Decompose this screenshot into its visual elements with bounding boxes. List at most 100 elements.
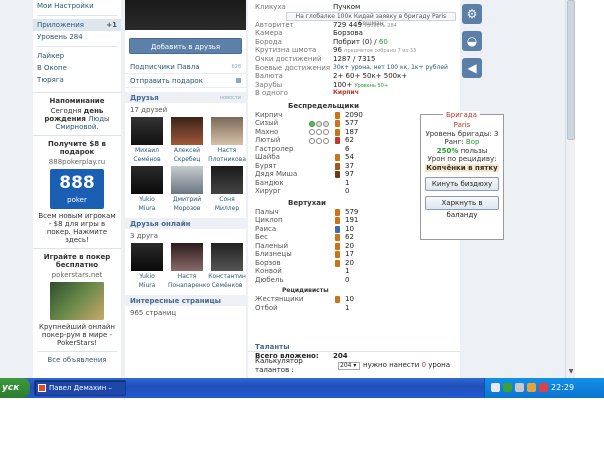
megaphone-icon[interactable]: ◀ [462,58,482,78]
gear-icon[interactable]: ⚙ [462,4,482,24]
taskbar-window-button[interactable]: Павел Демахин – Яа... [34,380,126,396]
add-friend-button[interactable]: Добавить в друзья [129,38,242,54]
ad-888poker[interactable]: Получите $8 в подарок 888pokerplay.ru 88… [33,135,121,248]
profile-photo[interactable] [125,0,246,30]
profile-value: Борзова [333,29,363,38]
nav-applications-label: Приложения [37,21,84,29]
talents-invested-value: 204 [333,352,348,360]
stat-row: Конвой 1 [248,267,460,276]
medal-icon [335,217,340,225]
profile-label: Борода [255,37,282,46]
profile-label: В одного [255,89,288,98]
nav-applications[interactable]: Приложения +1 [33,19,121,31]
tray-volume-icon[interactable] [515,383,524,392]
medal-icon [335,162,340,170]
chat-icon[interactable]: ◒ [462,31,482,51]
medal-slot [335,136,345,145]
start-button[interactable]: уск [0,378,30,398]
ad-text: Крупнейший онлайн покер-рум в мире - Pok… [38,323,116,347]
friend-card[interactable]: Константин Семёнков [208,243,246,289]
friends-more[interactable]: новости [220,95,241,101]
stat-label: Циклоп [255,216,283,225]
progress-circles [309,242,335,251]
birthday-reminder: Напоминание Сегодня день рождения Люды С… [33,92,121,135]
stat-label: Жестянщики [255,295,304,304]
progress-circles [309,259,335,268]
friend-first-name: Михаил [134,147,160,154]
medal-slot [335,128,345,137]
friend-card[interactable]: Михаил Семёнов [128,117,166,163]
stat-value: 579 [345,207,359,216]
talents-select[interactable]: 204 ▾ [338,361,360,370]
friend-last-name: Скребец [173,156,201,163]
stat-value: 10 [345,295,354,304]
ad-title: Играйте в покер бесплатно [43,253,111,269]
nav-my-settings[interactable]: Мои Настройки [33,0,121,12]
medal-slot [335,179,345,188]
tray-language-icon[interactable] [527,383,536,392]
nav-applications-count: +1 [106,21,117,29]
medal-icon [335,120,340,128]
stat-label: Сизый [255,119,279,128]
profile-center-column: Добавить в друзья Подписчики Павла 628 О… [125,0,246,378]
nav-level[interactable]: Уровень 284 [33,31,121,43]
friend-card[interactable]: Дмитрий Морозов [168,166,206,212]
system-tray: 22:29 [484,378,604,398]
friend-first-name: Настя [177,273,197,280]
medal-slot [335,233,345,242]
tray-app-icon[interactable] [491,383,500,392]
stat-value: 20 [345,241,354,250]
friend-card[interactable]: Yukio Miura [128,166,166,212]
send-gift-link[interactable]: Отправить подарок [125,74,246,88]
friend-card[interactable]: Соня Миллер [208,166,246,212]
kick-biz-button[interactable]: Кинуть биздюху [425,177,499,191]
friend-card[interactable]: Yukio Miura [128,243,166,289]
profile-row: Кликуха Пучком [248,3,460,12]
medal-slot [335,162,345,171]
profile-row: В одного Кирпич [248,89,460,98]
taskbar-clock: 22:29 [551,383,575,392]
profile-value-extra: 60 [378,37,388,46]
progress-circles [309,153,335,162]
nav-app-v-okope[interactable]: В Окопе [33,62,121,74]
tray-antivirus-icon[interactable] [539,383,548,392]
profile-row: Очки достижений 1287 / 7315 [248,55,460,64]
profile-value: Побрит (0) / 60 [333,37,388,46]
friend-card[interactable]: Настя Плотникова [208,117,246,163]
all-ads-link[interactable]: Все объявления [37,351,117,364]
interesting-pages-header[interactable]: Интересные страницы [125,295,246,306]
medal-slot [335,208,345,217]
stat-label: Шайба [255,153,280,162]
vertical-scrollbar[interactable]: ▼ [565,0,575,378]
scroll-down-arrow-icon[interactable]: ▼ [567,368,575,376]
stat-value: 10 [345,224,354,233]
ad-site: 888pokerplay.ru [48,158,106,166]
spit-balanda-button[interactable]: Харкнуть в баланду [425,196,499,219]
nav-app-layker[interactable]: Лайкер [33,50,121,62]
online-friends-title: Друзья онлайн [130,219,191,228]
progress-circles [309,162,335,171]
stat-value: 0 [345,187,350,196]
scrollbar-thumb[interactable] [567,0,575,140]
recidivists-list: Жестянщики 10 Отбой 1 [248,295,460,312]
subscribers-link[interactable]: Подписчики Павла 628 [125,60,246,74]
profile-label: Авторитет [255,20,294,29]
talents-need-value: 0 [421,361,427,369]
tray-network-icon[interactable] [503,383,512,392]
profile-label: Камера [255,29,283,38]
online-friends-count: 3 друга [130,232,159,240]
friend-card[interactable]: Настя Понапаренко [168,243,210,289]
medal-icon [335,171,340,179]
brigade-name[interactable]: Paris [421,121,503,130]
stat-value: 20 [345,258,354,267]
friend-avatar [211,243,243,271]
interesting-pages-title: Интересные страницы [130,296,221,305]
online-friends-header[interactable]: Друзья онлайн [125,218,246,229]
browser-icon [38,384,46,392]
ad-pokerstars[interactable]: Играйте в покер бесплатно pokerstars.net… [33,248,121,351]
friend-card[interactable]: Алексей Скребец [168,117,206,163]
friends-header[interactable]: Друзья новости [125,92,246,103]
nav-app-turyaga[interactable]: Тюряга [33,74,121,86]
reminder-text: Сегодня день рождения Люды Смирновой. [37,107,117,131]
friend-first-name: Yukio [139,196,155,203]
